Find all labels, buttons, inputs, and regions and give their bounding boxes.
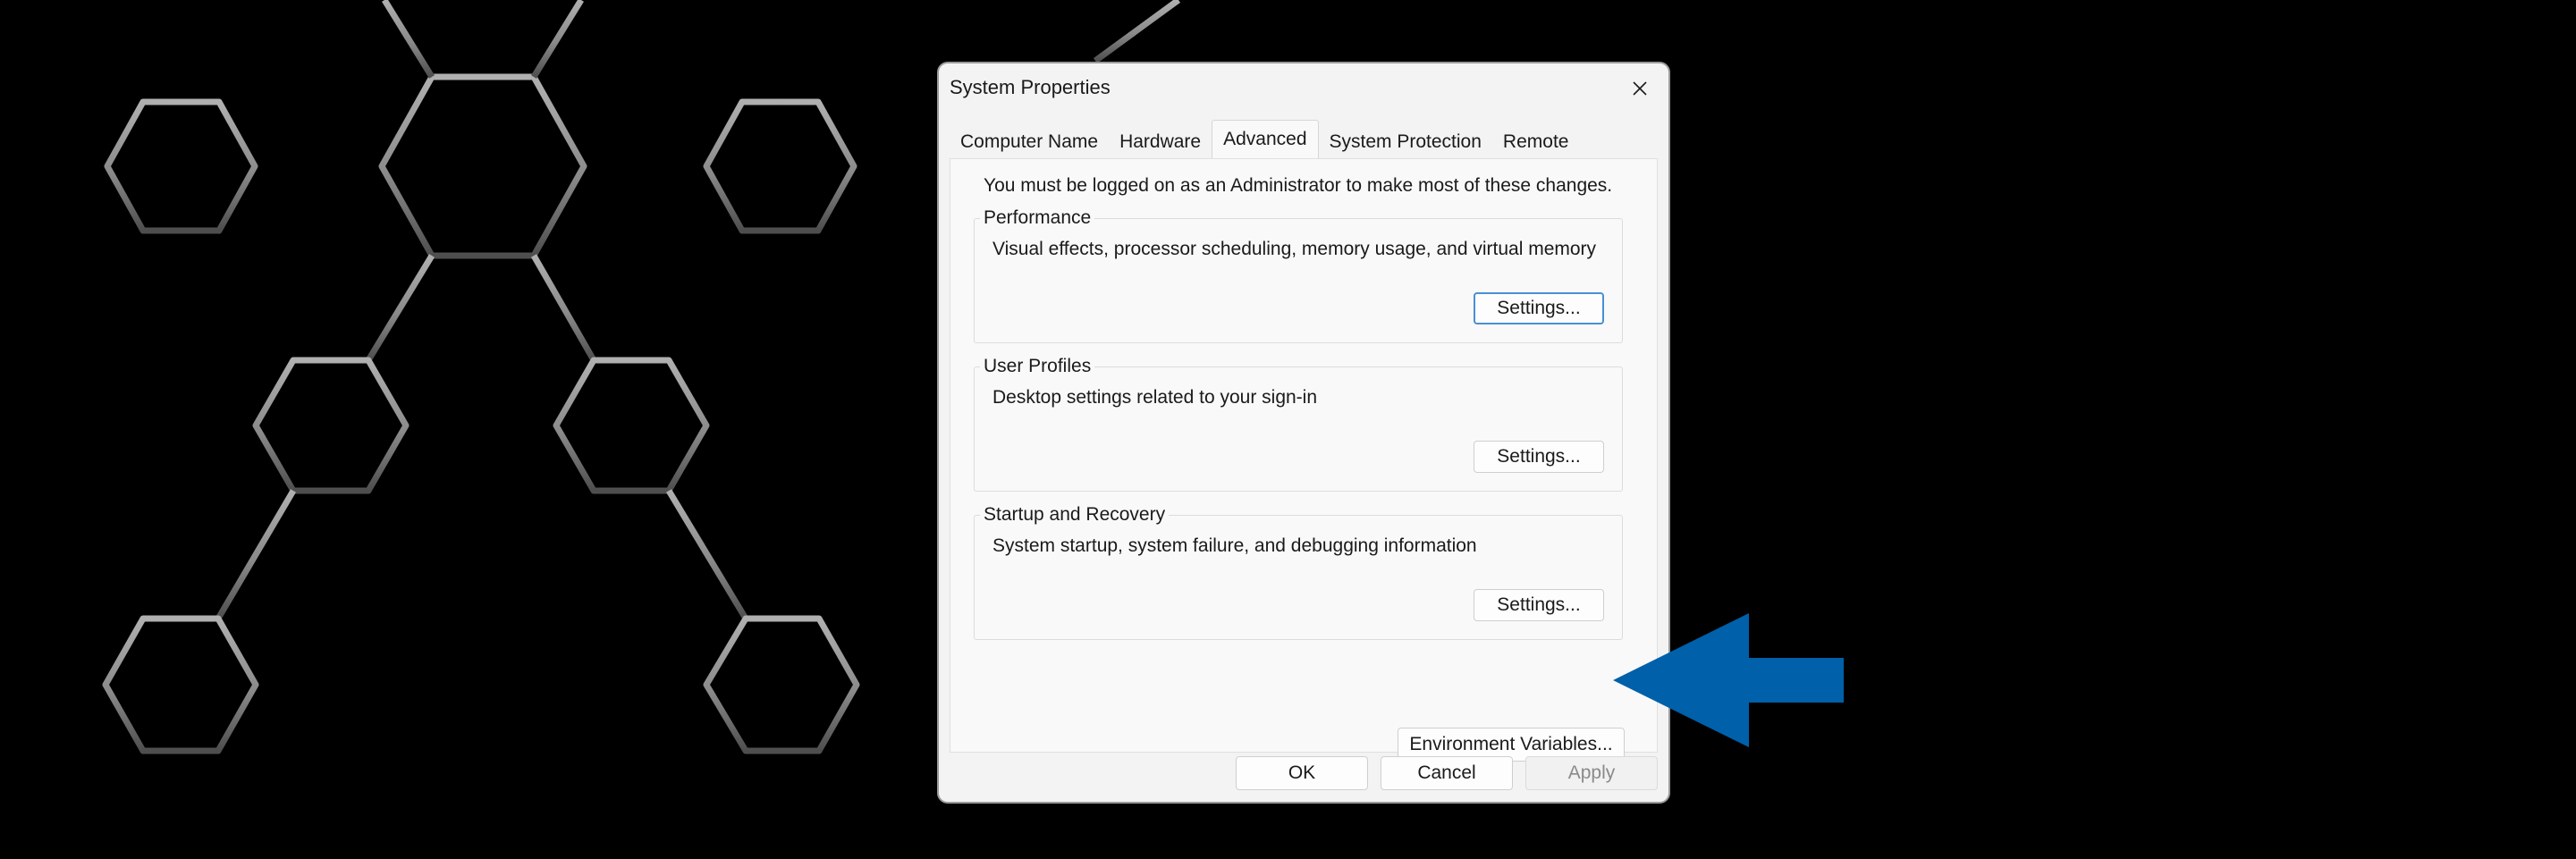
advanced-tab-panel: You must be logged on as an Administrato…	[950, 158, 1658, 762]
desktop-background: System Properties Computer Name Hardware…	[0, 0, 2576, 859]
startup-recovery-legend: Startup and Recovery	[980, 504, 1170, 526]
startup-recovery-description: System startup, system failure, and debu…	[992, 535, 1477, 556]
dialog-title: System Properties	[950, 76, 1111, 98]
user-profiles-group: User Profiles Desktop settings related t…	[974, 356, 1623, 492]
user-profiles-description: Desktop settings related to your sign-in	[992, 387, 1318, 408]
admin-note: You must be logged on as an Administrato…	[984, 175, 1613, 196]
performance-group: Performance Visual effects, processor sc…	[974, 207, 1623, 343]
performance-settings-button[interactable]: Settings...	[1474, 292, 1604, 324]
ok-button[interactable]: OK	[1236, 756, 1368, 790]
tab-strip: Computer Name Hardware Advanced System P…	[950, 120, 1580, 158]
user-profiles-legend: User Profiles	[980, 356, 1095, 377]
close-icon	[1633, 81, 1647, 96]
user-profiles-settings-button[interactable]: Settings...	[1474, 441, 1604, 473]
tab-hardware[interactable]: Hardware	[1109, 126, 1212, 158]
performance-description: Visual effects, processor scheduling, me…	[992, 239, 1597, 259]
apply-button[interactable]: Apply	[1525, 756, 1658, 790]
system-properties-dialog: System Properties Computer Name Hardware…	[937, 62, 1670, 804]
startup-recovery-group: Startup and Recovery System startup, sys…	[974, 504, 1623, 640]
performance-legend: Performance	[980, 207, 1095, 229]
close-button[interactable]	[1624, 72, 1656, 105]
tab-advanced[interactable]: Advanced	[1212, 120, 1319, 158]
startup-recovery-settings-button[interactable]: Settings...	[1474, 589, 1604, 621]
tab-system-protection[interactable]: System Protection	[1319, 126, 1492, 158]
cancel-button[interactable]: Cancel	[1381, 756, 1513, 790]
title-bar[interactable]: System Properties	[939, 63, 1668, 114]
arrow-left-icon	[1613, 613, 1844, 747]
tab-remote[interactable]: Remote	[1492, 126, 1580, 158]
tab-computer-name[interactable]: Computer Name	[950, 126, 1109, 158]
